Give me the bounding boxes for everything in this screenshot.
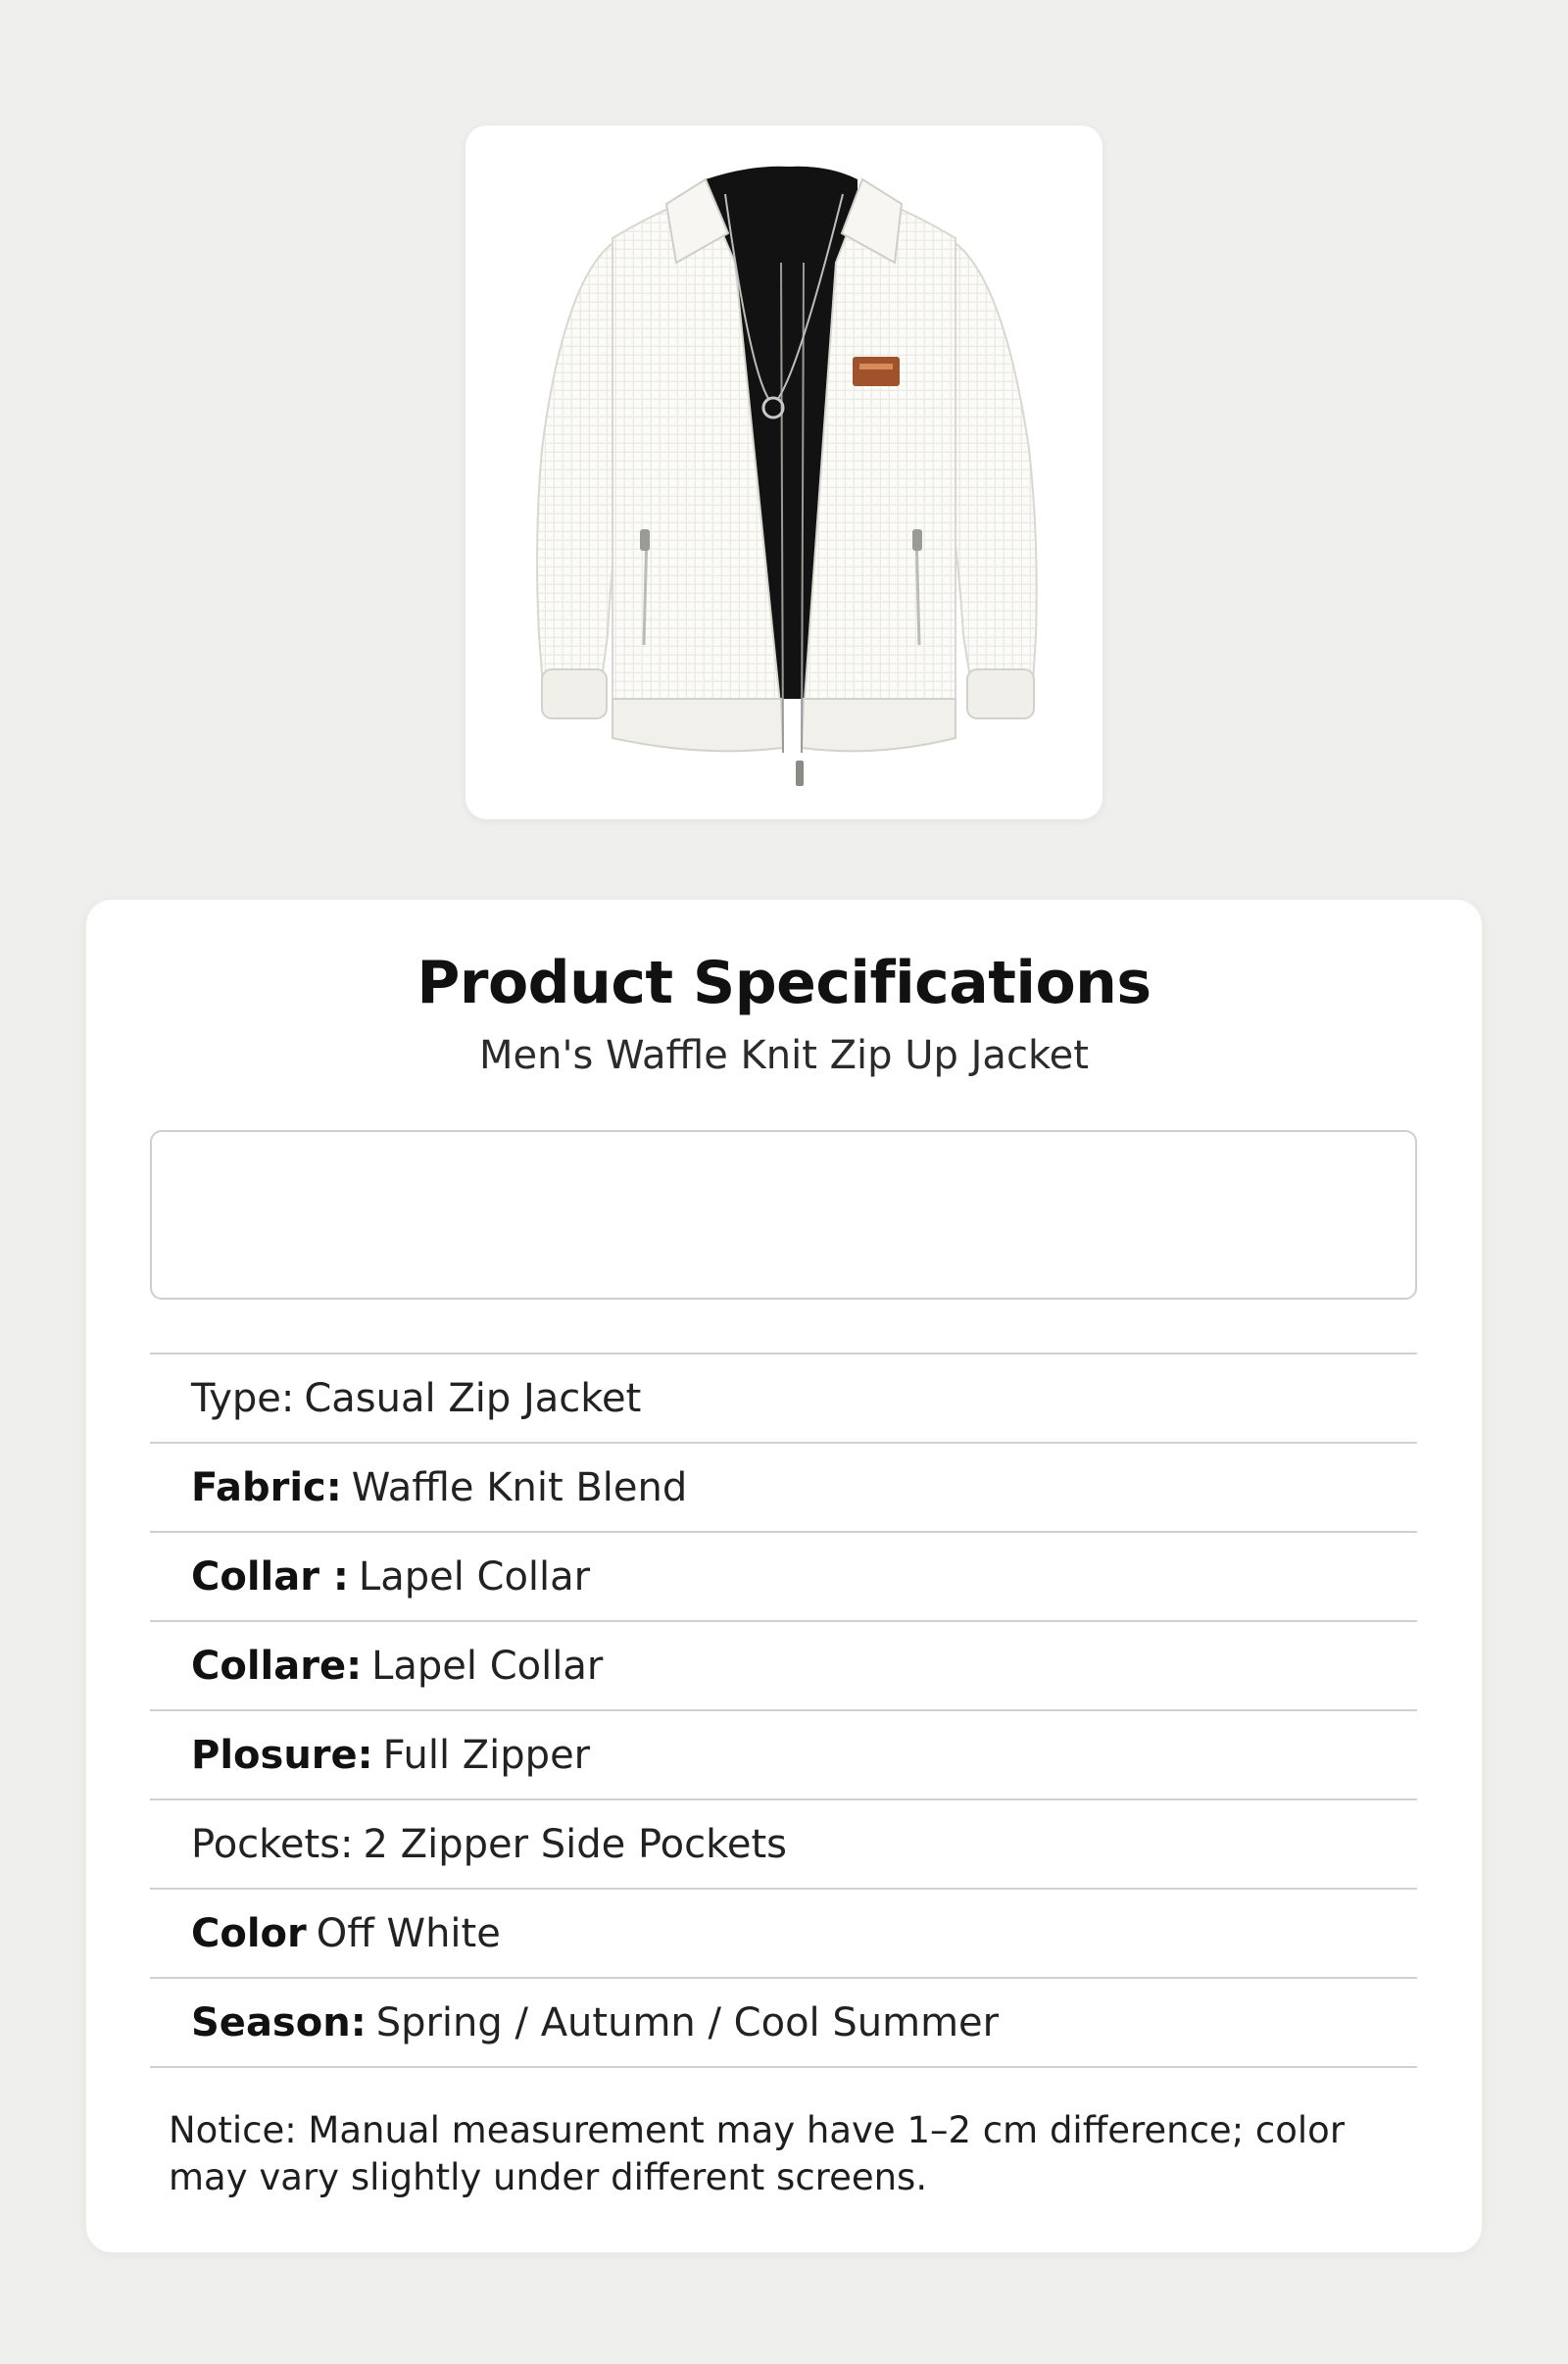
spec-row-collar: Collar : Lapel Collar: [150, 1533, 1417, 1622]
spec-row-color: Color Off White: [150, 1890, 1417, 1979]
spec-row-type: Type: Casual Zip Jacket: [150, 1354, 1417, 1444]
spec-value: Lapel Collar: [371, 1643, 604, 1689]
spec-value: Off White: [316, 1910, 501, 1956]
spec-label: Season:: [191, 1999, 367, 2045]
spec-value: Waffle Knit Blend: [351, 1464, 688, 1510]
empty-info-box: [150, 1130, 1417, 1300]
spec-value: 2 Zipper Side Pockets: [363, 1821, 787, 1867]
spec-row-fabric: Fabric: Waffle Knit Blend: [150, 1444, 1417, 1533]
spec-subtitle: Men's Waffle Knit Zip Up Jacket: [479, 1033, 1089, 1078]
spec-label: Collar :: [191, 1553, 349, 1600]
spec-value: Casual Zip Jacket: [304, 1375, 642, 1421]
spec-label: Collare:: [191, 1643, 363, 1689]
jacket-illustration: [536, 166, 1038, 786]
spec-row-closure: Plosure: Full Zipper: [150, 1711, 1417, 1800]
spec-card: Product Specifications Men's Waffle Knit…: [86, 900, 1482, 2252]
spec-value: Full Zipper: [382, 1732, 591, 1778]
spec-list: Type: Casual Zip Jacket Fabric: Waffle K…: [150, 1353, 1417, 2068]
notice-text: Notice: Manual measurement may have 1–2 …: [169, 2109, 1346, 2198]
spec-row-season: Season: Spring / Autumn / Cool Summer: [150, 1979, 1417, 2068]
product-image-card: [466, 125, 1102, 819]
spec-label: Plosure:: [191, 1732, 373, 1778]
spec-label: Color: [191, 1910, 307, 1956]
spec-row-pockets: Pockets: 2 Zipper Side Pockets: [150, 1800, 1417, 1890]
spec-row-collare: Collare: Lapel Collar: [150, 1622, 1417, 1711]
spec-label: Pockets:: [191, 1821, 354, 1867]
spec-title: Product Specifications: [416, 949, 1152, 1017]
spec-label: Fabric:: [191, 1464, 342, 1510]
spec-label: Type:: [191, 1375, 295, 1421]
spec-value: Lapel Collar: [358, 1553, 591, 1600]
spec-value: Spring / Autumn / Cool Summer: [375, 1999, 1000, 2045]
